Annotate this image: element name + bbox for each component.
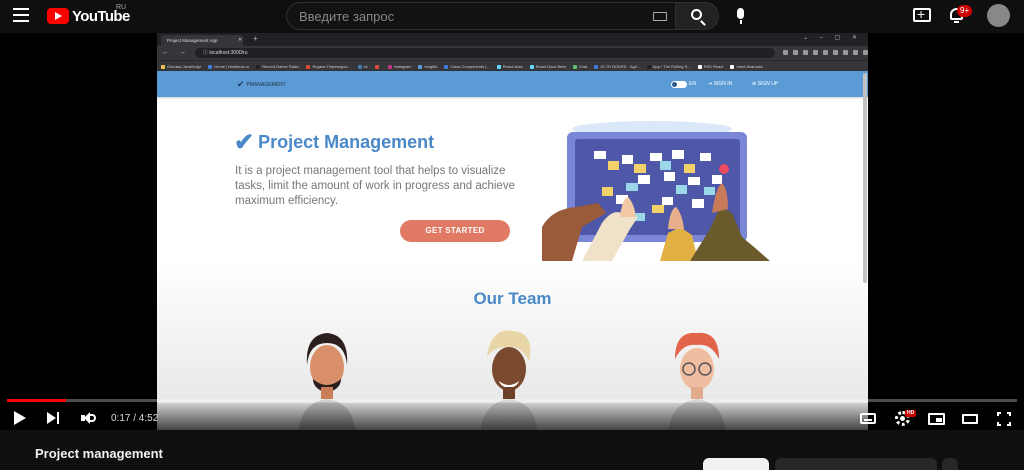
bookmark-favicon-icon [208,64,213,69]
user-avatar[interactable] [987,4,1010,27]
browser-tab: Project Management App ✕ [161,35,243,46]
time-display: 0:17 / 4:52 [111,413,159,424]
browser-url: localhost:3000/ru [209,50,248,56]
browser-toolbar: ← → ⟳ ⓘ localhost:3000/ru [157,46,868,60]
keyboard-icon[interactable] [653,12,667,21]
bookmark-favicon-icon [697,64,702,69]
bookmark-favicon-icon [594,64,599,69]
video-info: Project management [0,430,1024,470]
page-scrollbar [863,73,867,283]
like-dislike-button[interactable] [775,458,937,470]
sign-in-link: ⇥ SIGN IN [708,81,733,87]
bookmark-favicon-icon [572,64,577,69]
voice-search-button[interactable] [728,3,754,29]
checkmark-logo-icon: ✔ [237,79,245,89]
youtube-play-logo-icon [47,8,69,24]
fullscreen-icon[interactable] [997,412,1011,426]
checkmark-icon: ✔ [234,129,255,156]
get-started-button: GET STARTED [400,220,510,242]
bookmark-favicon-icon [161,64,165,69]
tab-close-icon: ✕ [238,37,243,43]
bookmark-favicon-icon [646,64,651,69]
browser-address-bar: ⓘ localhost:3000/ru [195,48,775,58]
notifications-badge: 9+ [957,5,973,17]
video-title: Project management [35,446,163,461]
sign-up-link: ⊕ SIGN UP [752,81,779,87]
menu-icon[interactable] [13,8,29,22]
browser-bookmarks-bar: Основы JavaScript Home | htmlbook.ru Recor… [157,60,868,71]
bookmark-favicon-icon [444,64,449,69]
create-video-button[interactable] [913,6,931,22]
browser-tab-title: Project Management App [167,38,218,43]
more-actions-button[interactable] [942,458,958,470]
hd-badge: HD [905,410,917,417]
language-toggle [671,81,687,88]
microphone-icon [737,8,744,19]
subtitles-icon[interactable] [860,413,876,424]
play-icon[interactable] [14,411,26,425]
youtube-masthead: YouTube RU 9+ [0,0,1024,33]
video-frame[interactable]: Project Management App ✕ + ⌄ – ▢ ✕ ← → ⟳… [157,33,868,430]
browser-extension-icons [783,50,868,55]
hero-description: It is a project management tool that hel… [235,165,515,207]
search-button[interactable] [675,2,719,30]
bookmark-favicon-icon [529,64,534,69]
sign-up-label: SIGN UP [757,81,779,87]
language-label: EN [689,81,696,87]
region-label: RU [116,4,127,11]
hero-title: ✔ Project Management [234,128,434,157]
app-logo-text: PMANAGEMENT [246,81,286,88]
miniplayer-icon[interactable] [928,413,945,425]
bookmark-favicon-icon [256,64,261,69]
app-logo: ✔ PMANAGEMENT [237,79,286,90]
player-controls: 0:17 / 4:52 HD [0,403,1024,430]
search-input[interactable] [299,9,639,24]
progress-bar[interactable] [7,399,1017,402]
bookmark-favicon-icon [306,64,311,69]
sign-in-label: SIGN IN [713,81,733,87]
bookmark-favicon-icon [374,64,379,69]
next-icon[interactable] [47,411,63,425]
theater-mode-icon[interactable] [962,414,978,424]
progress-played [7,399,66,402]
kanban-board-illustration [542,121,770,261]
volume-icon[interactable] [81,411,97,425]
search-box [286,2,676,30]
search-icon [691,9,702,20]
hero-title-text: Project Management [258,132,435,152]
subscribe-button[interactable] [703,458,769,470]
window-controls: ⌄ – ▢ ✕ [802,35,862,41]
bookmark-favicon-icon [387,64,392,69]
new-tab-icon: + [253,34,258,43]
bookmark-favicon-icon [418,64,423,69]
team-section-title: Our Team [473,289,552,308]
bookmark-favicon-icon [357,64,362,69]
app-header: ✔ PMANAGEMENT EN ⇥ SIGN IN ⊕ SIGN UP [157,71,868,97]
video-player[interactable]: Project Management App ✕ + ⌄ – ▢ ✕ ← → ⟳… [0,33,1024,430]
browser-tab-strip: Project Management App ✕ + ⌄ – ▢ ✕ [157,33,868,46]
bookmark-favicon-icon [496,64,501,69]
bookmark-favicon-icon [730,64,735,69]
